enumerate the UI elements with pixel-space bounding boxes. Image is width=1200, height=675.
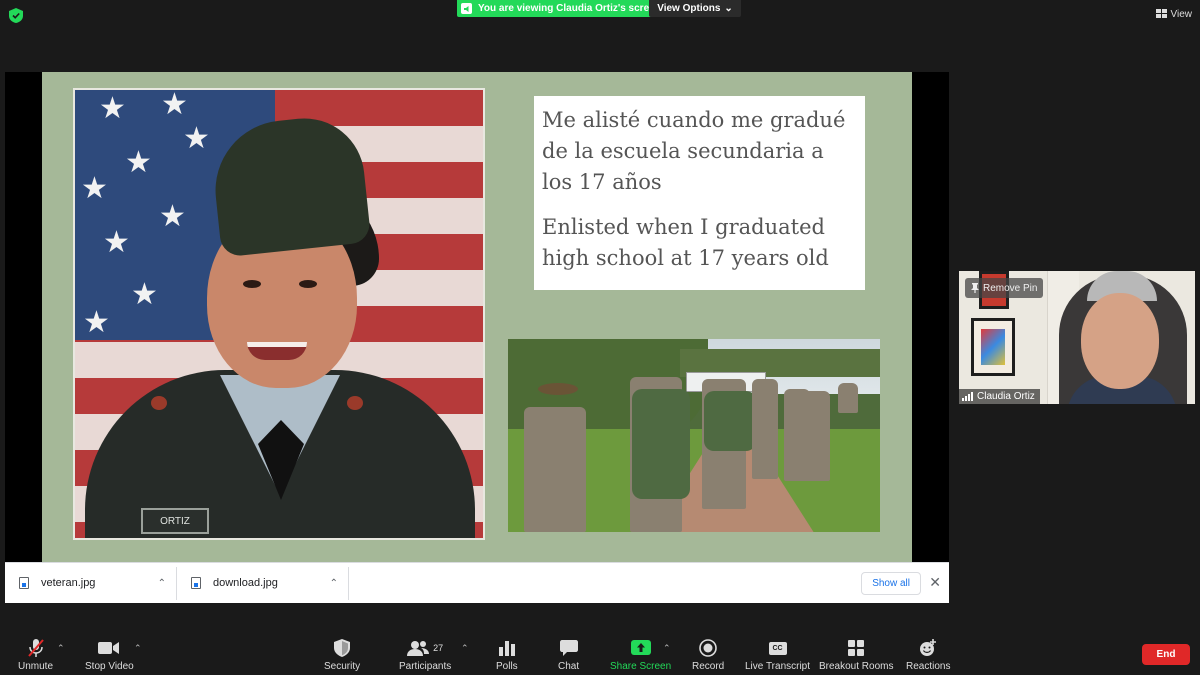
live-transcript-label: Live Transcript [745,661,811,672]
chevron-up-icon[interactable]: ⌃ [158,578,166,589]
spanish-caption: Me alisté cuando me gradué de la escuela… [542,108,846,194]
closed-caption-icon-wrap: CC [768,638,787,658]
stop-video-button[interactable]: Stop Video [85,638,134,672]
download-item[interactable]: veteran.jpg ⌃ [5,566,177,600]
download-item[interactable]: download.jpg ⌃ [177,566,349,600]
polls-label: Polls [496,661,518,672]
share-screen-arrow-icon [630,638,651,658]
zoom-window: You are viewing Claudia Ortiz's screen V… [0,0,1200,675]
close-icon[interactable]: ✕ [929,574,941,591]
view-options-label: View Options [657,3,721,14]
soldier-portrait-image: ★ ★ ★ ★ ★ ★ ★ ★ ★ ORTIZ [73,88,485,540]
smiley-plus-icon [919,638,937,658]
show-all-button[interactable]: Show all [861,572,921,595]
security-shield-icon [334,638,351,658]
record-label: Record [692,661,725,672]
recruits-marching-image [508,339,880,532]
participants-count: 27 [433,643,444,653]
microphone-muted-icon [27,638,45,658]
video-options-caret[interactable]: ⌃ [134,643,142,654]
unmute-label: Unmute [18,661,54,672]
participants-icon-group: 27 [407,638,443,658]
chevron-up-icon[interactable]: ⌃ [330,578,338,589]
pin-icon [971,283,979,293]
closed-caption-icon: CC [768,641,787,655]
breakout-rooms-grid-icon [848,638,865,658]
video-camera-icon [98,638,120,658]
encryption-shield-icon[interactable] [9,8,23,23]
share-screen-label: Share Screen [610,661,672,672]
chevron-down-icon: ⌄ [724,3,733,14]
image-file-icon [191,577,201,589]
participants-button[interactable]: 27 Participants [399,638,451,672]
participants-icon [407,641,430,656]
remove-pin-label: Remove Pin [983,282,1038,294]
view-options-button[interactable]: View Options ⌄ [649,0,741,17]
viewing-banner-text: You are viewing Claudia Ortiz's screen [478,3,661,14]
view-label: View [1170,8,1193,20]
audio-options-caret[interactable]: ⌃ [57,643,65,654]
end-meeting-button[interactable]: End [1142,644,1190,665]
share-screen-button[interactable]: Share Screen [610,638,671,672]
pinned-video-tile[interactable]: Remove Pin Claudia Ortiz [959,271,1195,404]
breakout-rooms-button[interactable]: Breakout Rooms [819,638,893,672]
chat-bubble-icon [559,638,578,658]
record-button[interactable]: Record [692,638,724,672]
live-transcript-button[interactable]: CC Live Transcript [745,638,810,672]
breakout-rooms-label: Breakout Rooms [819,661,894,672]
slide-text-box: Me alisté cuando me gradué de la escuela… [534,96,865,290]
unmute-button[interactable]: Unmute [18,638,53,672]
share-options-caret[interactable]: ⌃ [663,643,671,654]
remove-pin-button[interactable]: Remove Pin [965,278,1044,298]
participant-name-tag: Claudia Ortiz [959,389,1040,404]
downloads-bar: veteran.jpg ⌃ download.jpg ⌃ Show all ✕ [5,562,949,603]
participant-name: Claudia Ortiz [977,391,1035,402]
speaker-icon [461,3,472,14]
reactions-button[interactable]: Reactions [906,638,950,672]
signal-strength-icon [962,392,973,401]
participants-options-caret[interactable]: ⌃ [461,643,469,654]
presentation-slide: ★ ★ ★ ★ ★ ★ ★ ★ ★ ORTIZ Me alisté cuando… [42,72,912,562]
security-label: Security [324,661,361,672]
shared-screen: ★ ★ ★ ★ ★ ★ ★ ★ ★ ORTIZ Me alisté cuando… [5,72,949,562]
chat-button[interactable]: Chat [558,638,579,672]
stop-video-label: Stop Video [85,661,134,672]
view-button[interactable]: View [1155,5,1193,23]
security-button[interactable]: Security [324,638,360,672]
viewing-screen-banner: You are viewing Claudia Ortiz's screen [457,0,669,17]
download-file-name: veteran.jpg [41,577,96,589]
record-icon [699,638,717,658]
download-file-name: download.jpg [213,577,278,589]
image-file-icon [19,577,29,589]
polls-button[interactable]: Polls [496,638,518,672]
english-caption: Enlisted when I graduated high school at… [542,215,829,270]
participants-label: Participants [399,661,452,672]
uniform-nameplate: ORTIZ [141,508,209,534]
grid-icon [1155,9,1167,18]
polls-bar-chart-icon [498,638,515,658]
chat-label: Chat [558,661,580,672]
reactions-label: Reactions [906,661,951,672]
meeting-toolbar: Unmute ⌃ Stop Video ⌃ Security 27 Partic… [0,630,1200,675]
